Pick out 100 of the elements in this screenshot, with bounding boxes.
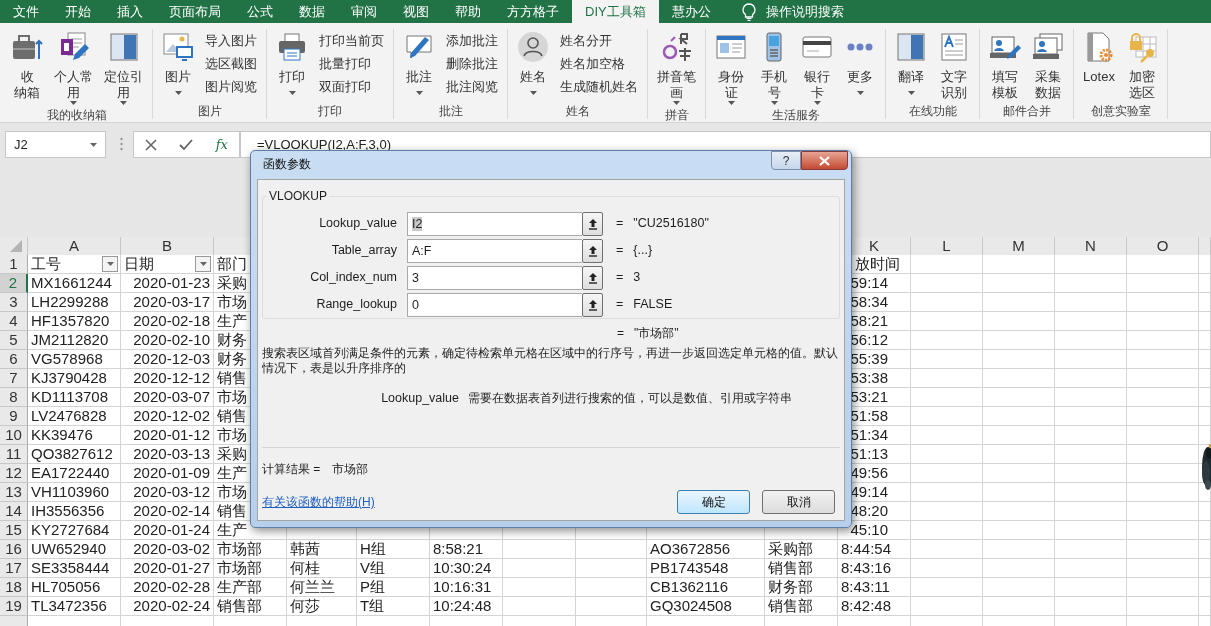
- dialog-button[interactable]: 确定: [677, 490, 750, 514]
- ribbon-button[interactable]: 导入图片: [201, 30, 261, 53]
- row-header[interactable]: 9: [0, 407, 28, 426]
- ribbon-button[interactable]: 批注阅览: [442, 76, 502, 99]
- ribbon-button[interactable]: 姓名: [513, 29, 553, 103]
- ribbon-button[interactable]: 打印: [272, 29, 312, 103]
- ribbon-button[interactable]: 加密 选区: [1122, 29, 1162, 103]
- ribbon-button[interactable]: 姓名加空格: [556, 53, 642, 76]
- ribbon-button[interactable]: 拼音笔 画: [653, 29, 700, 107]
- ribbon-button[interactable]: 更多: [840, 29, 880, 107]
- ribbon-button[interactable]: 选区截图: [201, 53, 261, 76]
- help-button[interactable]: ?: [771, 151, 801, 170]
- ribbon-button[interactable]: 填写 模板: [985, 29, 1025, 103]
- ribbon-button[interactable]: 采集 数据: [1028, 29, 1068, 103]
- table-cell: QO3827612: [28, 445, 121, 464]
- table-cell: [1127, 426, 1199, 445]
- ribbon-button[interactable]: 生成随机姓名: [556, 76, 642, 99]
- enter-icon[interactable]: [179, 138, 194, 151]
- name-box[interactable]: J2: [5, 131, 106, 158]
- ribbon-button[interactable]: 文字 识别: [934, 29, 974, 103]
- ribbon-button[interactable]: Lotex: [1079, 29, 1119, 103]
- ribbon-button[interactable]: 打印当前页: [315, 30, 388, 53]
- ribbon-button[interactable]: 翻译: [891, 29, 931, 103]
- search-box[interactable]: 操作说明搜索: [723, 0, 854, 23]
- row-header[interactable]: 1: [0, 255, 28, 274]
- row-header[interactable]: 18: [0, 578, 28, 597]
- ribbon-button[interactable]: 银行 卡: [797, 29, 837, 107]
- row-header[interactable]: 17: [0, 559, 28, 578]
- text-document-icon: [938, 31, 970, 63]
- ribbon-tab[interactable]: 方方格子: [494, 0, 572, 23]
- ribbon-tab[interactable]: 页面布局: [156, 0, 234, 23]
- table-cell: [1127, 388, 1199, 407]
- row-header[interactable]: 19: [0, 597, 28, 616]
- ribbon-button[interactable]: 图片: [158, 29, 198, 103]
- cancel-icon[interactable]: [145, 138, 158, 151]
- ribbon-tab[interactable]: 插入: [104, 0, 156, 23]
- ribbon-button[interactable]: 批注: [399, 29, 439, 103]
- ribbon-button[interactable]: 身份 证: [711, 29, 751, 107]
- ribbon-tab[interactable]: 文件: [0, 0, 52, 23]
- row-header[interactable]: 15: [0, 521, 28, 540]
- ribbon-tab[interactable]: 公式: [234, 0, 286, 23]
- ribbon-tab[interactable]: 开始: [52, 0, 104, 23]
- table-cell: 2020-02-14: [121, 502, 214, 521]
- argument-field[interactable]: I2: [407, 211, 582, 236]
- ribbon-tab[interactable]: DIY工具箱: [572, 0, 659, 23]
- argument-field[interactable]: A:F: [407, 238, 582, 263]
- column-title: 工号: [31, 255, 61, 272]
- row-header[interactable]: 11: [0, 445, 28, 464]
- table-cell: 8:58:21: [430, 540, 503, 559]
- table-cell: [1199, 388, 1211, 407]
- ribbon-button[interactable]: 姓名分开: [556, 30, 642, 53]
- table-cell: [911, 407, 983, 426]
- table-cell: [1127, 369, 1199, 388]
- dialog-button[interactable]: 取消: [762, 490, 835, 514]
- table-cell: [1199, 426, 1211, 445]
- ribbon-button[interactable]: 手机 号: [754, 29, 794, 107]
- row-header[interactable]: 14: [0, 502, 28, 521]
- collapse-button[interactable]: [582, 238, 603, 263]
- ribbon-tab[interactable]: 帮助: [442, 0, 494, 23]
- row-header[interactable]: 4: [0, 312, 28, 331]
- ribbon-button[interactable]: 定位引 用: [100, 29, 147, 107]
- collapse-button[interactable]: [582, 265, 603, 290]
- row-header[interactable]: 12: [0, 464, 28, 483]
- collapse-button[interactable]: [582, 292, 603, 317]
- user-icon: [517, 31, 549, 63]
- table-cell: VH1103960: [28, 483, 121, 502]
- table-cell: [1127, 274, 1199, 293]
- ribbon-button[interactable]: 个人常 用: [50, 29, 97, 107]
- table-cell: [983, 388, 1055, 407]
- ribbon-button[interactable]: 批量打印: [315, 53, 388, 76]
- row-header[interactable]: 8: [0, 388, 28, 407]
- argument-field[interactable]: 0: [407, 292, 582, 317]
- row-header[interactable]: 3: [0, 293, 28, 312]
- ribbon-tab[interactable]: 慧办公: [658, 0, 724, 23]
- row-header[interactable]: 6: [0, 350, 28, 369]
- ribbon-tab[interactable]: 视图: [390, 0, 442, 23]
- ribbon-button[interactable]: 收 纳箱: [7, 29, 47, 107]
- ribbon-tab[interactable]: 审阅: [338, 0, 390, 23]
- row-header[interactable]: 7: [0, 369, 28, 388]
- row-header[interactable]: 16: [0, 540, 28, 559]
- ribbon-button[interactable]: 双面打印: [315, 76, 388, 99]
- collapse-button[interactable]: [582, 211, 603, 236]
- row-header[interactable]: 2: [0, 274, 28, 293]
- table-cell: [1199, 407, 1211, 426]
- insert-function-button[interactable]: fx: [215, 134, 228, 155]
- row-header[interactable]: 10: [0, 426, 28, 445]
- group-label: 拼音: [663, 107, 690, 123]
- filter-button[interactable]: [195, 256, 211, 272]
- ribbon-button[interactable]: 添加批注: [442, 30, 502, 53]
- filter-button[interactable]: [102, 256, 118, 272]
- column-title: 放时间: [855, 255, 900, 272]
- argument-field[interactable]: 3: [407, 265, 582, 290]
- ribbon-button[interactable]: 图片阅览: [201, 76, 261, 99]
- ribbon-tab[interactable]: 数据: [286, 0, 338, 23]
- row-header[interactable]: 13: [0, 483, 28, 502]
- table-cell: [1055, 388, 1127, 407]
- table-cell: [1055, 521, 1127, 540]
- close-button[interactable]: [801, 151, 848, 170]
- row-header[interactable]: 5: [0, 331, 28, 350]
- ribbon-button[interactable]: 删除批注: [442, 53, 502, 76]
